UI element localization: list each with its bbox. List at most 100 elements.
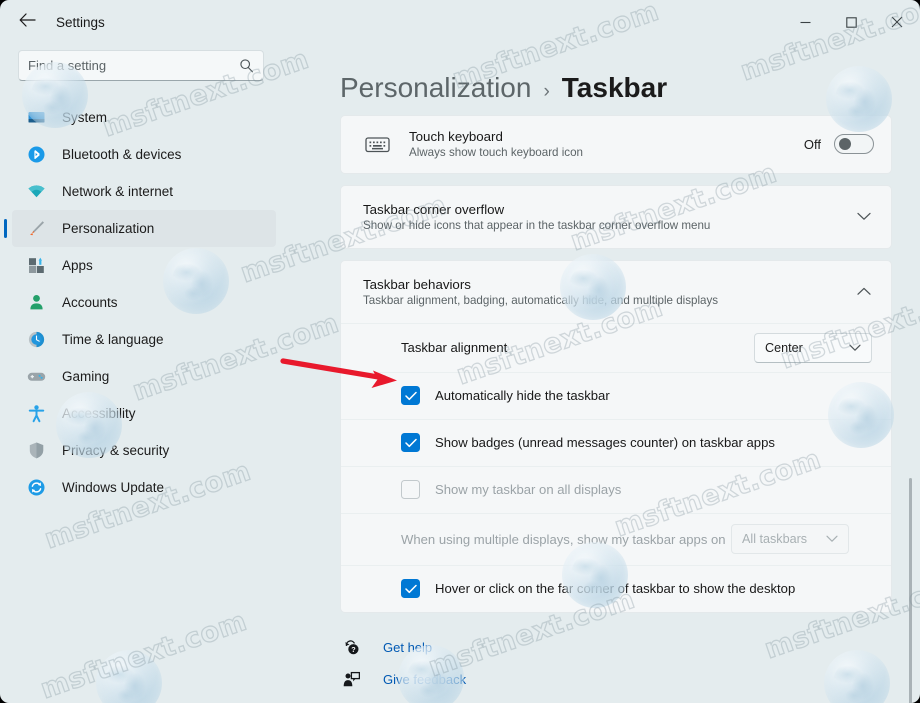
show-taskbar-all-displays-label: Show my taskbar on all displays (435, 482, 622, 498)
hover-far-corner-checkbox[interactable] (401, 579, 420, 599)
hover-far-corner-label: Hover or click on the far corner of task… (435, 581, 796, 597)
show-badges-checkbox[interactable] (401, 433, 420, 453)
minimize-button[interactable] (782, 0, 828, 44)
person-icon (26, 293, 46, 313)
svg-text:?: ? (351, 645, 355, 654)
sidebar-item-network-internet[interactable]: Network & internet (12, 173, 276, 210)
breadcrumb-separator: › (543, 81, 550, 102)
taskbar-alignment-dropdown[interactable]: Center (754, 332, 872, 363)
sidebar-item-accounts[interactable]: Accounts (12, 284, 276, 321)
toggle-knob (839, 138, 851, 151)
sidebar-item-windows-update[interactable]: Windows Update (12, 469, 276, 506)
taskbar-alignment-label: Taskbar alignment (401, 340, 508, 356)
multiple-displays-dropdown: All taskbars (731, 524, 849, 555)
multiple-displays-label: When using multiple displays, show my ta… (401, 531, 726, 547)
main-content: Personalization › Taskbar Touch keyboard… (290, 44, 920, 703)
sidebar-item-label: Privacy & security (62, 443, 170, 458)
sidebar-item-label: Accounts (62, 295, 118, 310)
sidebar: System Bluetooth & devices (0, 44, 290, 703)
sidebar-item-system[interactable]: System (12, 99, 276, 136)
auto-hide-taskbar-row[interactable]: Automatically hide the taskbar (341, 371, 891, 419)
sidebar-item-privacy-security[interactable]: Privacy & security (12, 432, 276, 469)
page-title: Taskbar (561, 72, 668, 103)
sidebar-nav: System Bluetooth & devices Network & int… (0, 99, 290, 506)
keyboard-icon (363, 135, 391, 154)
taskbar-behaviors-text: Taskbar behaviors Taskbar alignment, bad… (363, 277, 856, 307)
give-feedback-link[interactable]: Give feedback (340, 665, 892, 695)
apps-grid-icon (26, 256, 46, 276)
chevron-down-icon (856, 209, 872, 225)
show-badges-row[interactable]: Show badges (unread messages counter) on… (341, 418, 891, 466)
touch-keyboard-title: Touch keyboard (409, 129, 503, 145)
chevron-up-icon (856, 284, 872, 300)
paintbrush-icon (26, 219, 46, 239)
sidebar-item-label: Network & internet (62, 184, 174, 199)
corner-overflow-text: Taskbar corner overflow Show or hide ico… (363, 202, 856, 232)
sidebar-item-accessibility[interactable]: Accessibility (12, 395, 276, 432)
search-icon (239, 58, 254, 73)
back-button[interactable] (10, 7, 44, 37)
bluetooth-icon (26, 145, 46, 165)
back-arrow-icon (19, 12, 36, 32)
sidebar-item-gaming[interactable]: Gaming (12, 358, 276, 395)
search-input[interactable] (28, 58, 239, 73)
scrollbar-thumb[interactable] (909, 478, 912, 703)
get-help-icon: ? (340, 639, 362, 656)
show-badges-label: Show badges (unread messages counter) on… (435, 435, 775, 451)
app-title: Settings (56, 14, 105, 30)
window-controls (782, 0, 920, 44)
update-refresh-icon (26, 478, 46, 498)
taskbar-corner-overflow-card: Taskbar corner overflow Show or hide ico… (340, 184, 892, 249)
chevron-down-icon (849, 339, 861, 357)
scrollbar[interactable] (906, 90, 916, 703)
give-feedback-icon (340, 671, 362, 688)
sidebar-item-label: Time & language (62, 332, 164, 347)
touch-keyboard-toggle[interactable] (834, 134, 874, 155)
taskbar-behaviors-header[interactable]: Taskbar behaviors Taskbar alignment, bad… (341, 261, 891, 323)
sidebar-item-label: Accessibility (62, 406, 136, 421)
sidebar-item-label: Apps (62, 258, 93, 273)
taskbar-corner-overflow-header[interactable]: Taskbar corner overflow Show or hide ico… (341, 186, 891, 248)
hover-far-corner-row[interactable]: Hover or click on the far corner of task… (341, 564, 891, 612)
taskbar-behaviors-card: Taskbar behaviors Taskbar alignment, bad… (340, 259, 892, 613)
footer-links: ? Get help Give feedback (340, 633, 892, 695)
corner-overflow-subtitle: Show or hide icons that appear in the ta… (363, 218, 711, 232)
game-controller-icon (26, 367, 46, 387)
sidebar-item-label: Personalization (62, 221, 155, 236)
breadcrumb: Personalization › Taskbar (340, 72, 892, 104)
multiple-displays-row: When using multiple displays, show my ta… (341, 512, 891, 565)
give-feedback-label: Give feedback (383, 672, 467, 688)
sidebar-item-label: Gaming (62, 369, 110, 384)
dropdown-value: All taskbars (742, 532, 808, 547)
maximize-button[interactable] (828, 0, 874, 44)
breadcrumb-parent[interactable]: Personalization (340, 72, 531, 104)
auto-hide-taskbar-label: Automatically hide the taskbar (435, 388, 610, 404)
system-monitor-icon (26, 108, 46, 128)
search-box[interactable] (18, 50, 264, 81)
touch-keyboard-card: Touch keyboard Always show touch keyboar… (340, 114, 892, 174)
chevron-down-icon (826, 530, 838, 548)
dropdown-value: Center (765, 340, 803, 355)
title-bar: Settings (0, 0, 920, 44)
sidebar-item-personalization[interactable]: Personalization (4, 210, 276, 247)
shield-icon (26, 441, 46, 461)
corner-overflow-title: Taskbar corner overflow (363, 201, 505, 217)
sidebar-item-time-language[interactable]: Time & language (12, 321, 276, 358)
sidebar-item-label: Bluetooth & devices (62, 147, 182, 162)
sidebar-item-bluetooth-devices[interactable]: Bluetooth & devices (12, 136, 276, 173)
settings-window: Settings Find a setting System Bluetooth… (0, 0, 920, 703)
close-button[interactable] (874, 0, 920, 44)
sidebar-item-label: System (62, 110, 108, 125)
taskbar-behaviors-title: Taskbar behaviors (363, 276, 471, 292)
auto-hide-taskbar-checkbox[interactable] (401, 386, 420, 406)
taskbar-alignment-row: Taskbar alignment Center (341, 322, 891, 372)
touch-keyboard-text: Touch keyboard Always show touch keyboar… (409, 129, 804, 159)
touch-keyboard-row: Touch keyboard Always show touch keyboar… (341, 116, 891, 173)
sidebar-item-label: Windows Update (62, 480, 165, 495)
search-area (18, 50, 272, 81)
show-taskbar-all-displays-row: Show my taskbar on all displays (341, 465, 891, 513)
accessibility-person-icon (26, 404, 46, 424)
get-help-link[interactable]: ? Get help (340, 633, 892, 663)
clock-icon (26, 330, 46, 350)
sidebar-item-apps[interactable]: Apps (12, 247, 276, 284)
